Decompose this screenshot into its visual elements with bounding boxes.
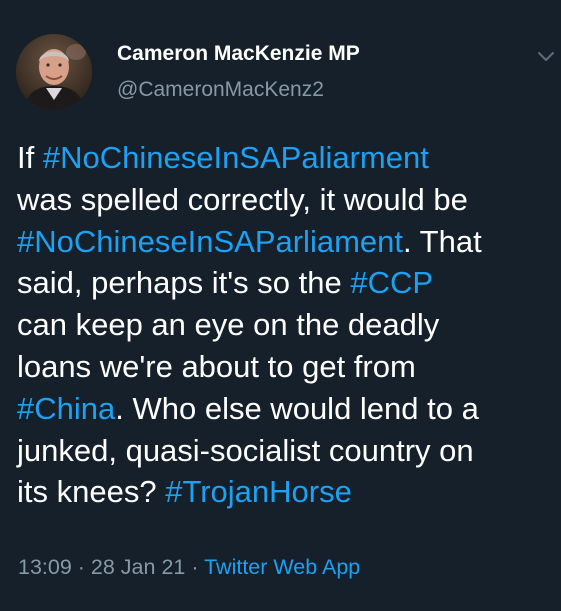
tweet-line: junked, quasi-socialist country on [17, 430, 557, 472]
avatar[interactable] [16, 34, 92, 110]
tweet-line: #NoChineseInSAParliament. That [17, 221, 557, 263]
tweet-text-segment: junked, quasi-socialist country on [17, 432, 474, 468]
tweet-text-segment: can keep an eye on the deadly [17, 307, 440, 343]
tweet-text-segment: . That [403, 223, 482, 259]
meta-separator: · [185, 555, 205, 579]
author-name[interactable]: Cameron MacKenzie MP [117, 42, 360, 66]
tweet-text-segment: was spelled correctly, it would be [17, 181, 468, 217]
tweet-line: its knees? #TrojanHorse [17, 471, 557, 513]
author-handle[interactable]: @CameronMacKenz2 [117, 78, 324, 102]
tweet-source[interactable]: Twitter Web App [204, 555, 360, 579]
tweet-text: If #NoChineseInSAPaliarment was spelled c… [17, 137, 557, 513]
tweet-text-segment: said, perhaps it's so the [17, 265, 351, 301]
tweet-time[interactable]: 13:09 [18, 555, 72, 579]
tweet-line: can keep an eye on the deadly [17, 304, 557, 346]
tweet-line: If #NoChineseInSAPaliarment [17, 137, 557, 179]
tweet-text-segment: . Who else would lend to a [115, 390, 479, 426]
chevron-down-icon[interactable] [536, 50, 556, 64]
tweet-line: loans we're about to get from [17, 346, 557, 388]
tweet-card: Cameron MacKenzie MP @CameronMacKenz2 If… [0, 0, 561, 611]
tweet-line: said, perhaps it's so the #CCP [17, 262, 557, 304]
tweet-date[interactable]: 28 Jan 21 [91, 555, 185, 579]
tweet-text-segment: loans we're about to get from [17, 348, 416, 384]
tweet-text-segment: its knees? [17, 474, 166, 510]
tweet-text-segment: If [17, 140, 43, 175]
tweet-line: was spelled correctly, it would be [17, 179, 557, 221]
hashtag-link[interactable]: #NoChineseInSAPaliarment [43, 140, 429, 175]
meta-separator: · [71, 555, 91, 579]
profile-photo-icon [16, 34, 92, 110]
hashtag-link[interactable]: #TrojanHorse [165, 474, 352, 509]
tweet-meta: 13:09 · 28 Jan 21 · Twitter Web App [18, 555, 360, 580]
hashtag-link[interactable]: #CCP [350, 265, 433, 300]
tweet-line: #China. Who else would lend to a [17, 388, 557, 430]
hashtag-link[interactable]: #NoChineseInSAParliament [17, 224, 403, 259]
hashtag-link[interactable]: #China [17, 391, 115, 426]
